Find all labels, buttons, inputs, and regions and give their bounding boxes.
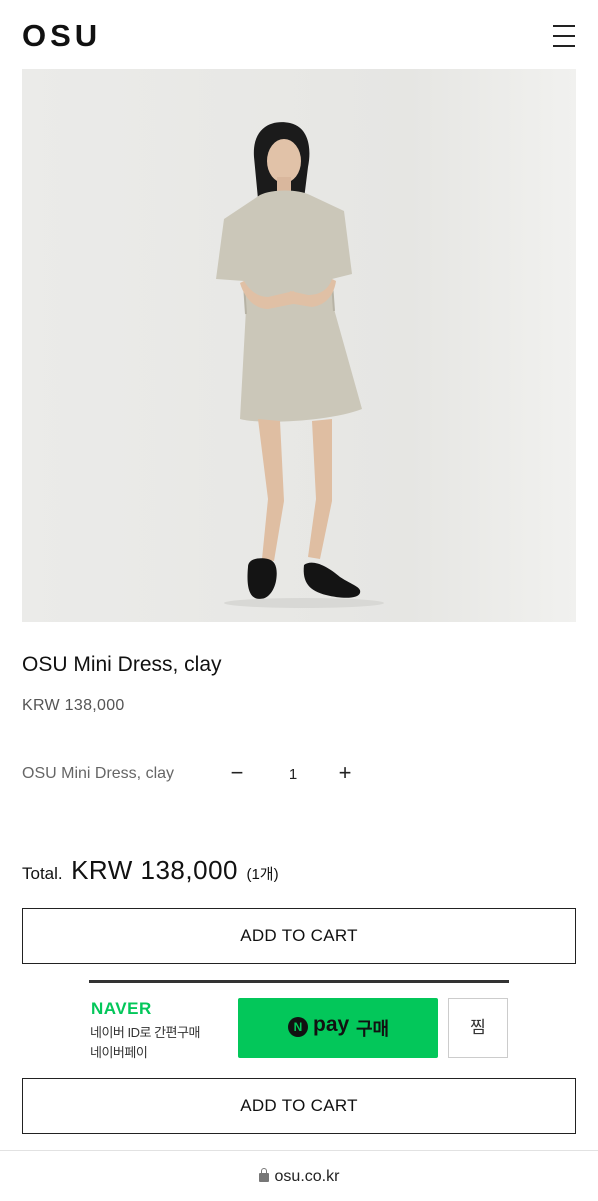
- product-price: KRW 138,000: [22, 697, 125, 714]
- npay-pay-label: pay: [313, 1013, 350, 1036]
- total-amount: KRW 138,000: [71, 855, 238, 885]
- quantity-value[interactable]: 1: [280, 766, 306, 783]
- naver-logo: NAVER: [91, 999, 152, 1018]
- address-bar-url[interactable]: osu.co.kr: [0, 1168, 598, 1186]
- total-label: Total.: [22, 864, 63, 883]
- hamburger-menu-icon[interactable]: [550, 22, 578, 50]
- selected-option-name: OSU Mini Dress, clay: [22, 765, 175, 782]
- model-illustration: [22, 69, 576, 622]
- product-title: OSU Mini Dress, clay: [22, 653, 222, 676]
- url-text: osu.co.kr: [274, 1168, 340, 1185]
- brand-logo[interactable]: OSU: [22, 18, 101, 54]
- npay-buy-label: 구매: [356, 1019, 390, 1039]
- quantity-decrease-button[interactable]: −: [226, 758, 248, 788]
- quantity-increase-button[interactable]: +: [334, 758, 356, 788]
- npay-n-icon: N: [288, 1017, 308, 1037]
- add-to-cart-button[interactable]: ADD TO CART: [22, 908, 576, 964]
- naver-divider: [89, 980, 509, 983]
- naver-description-line2: 네이버페이: [90, 1045, 148, 1060]
- naver-description-line1: 네이버 ID로 간편구매: [90, 1025, 200, 1040]
- add-to-cart-button-secondary[interactable]: ADD TO CART: [22, 1078, 576, 1134]
- wishlist-button[interactable]: 찜: [448, 998, 508, 1058]
- lock-icon: [258, 1168, 269, 1182]
- npay-buy-button[interactable]: N pay 구매: [238, 998, 438, 1058]
- total-price: Total. KRW 138,000 (1개): [22, 855, 279, 886]
- total-count: (1개): [246, 866, 279, 883]
- product-photo: [22, 69, 576, 622]
